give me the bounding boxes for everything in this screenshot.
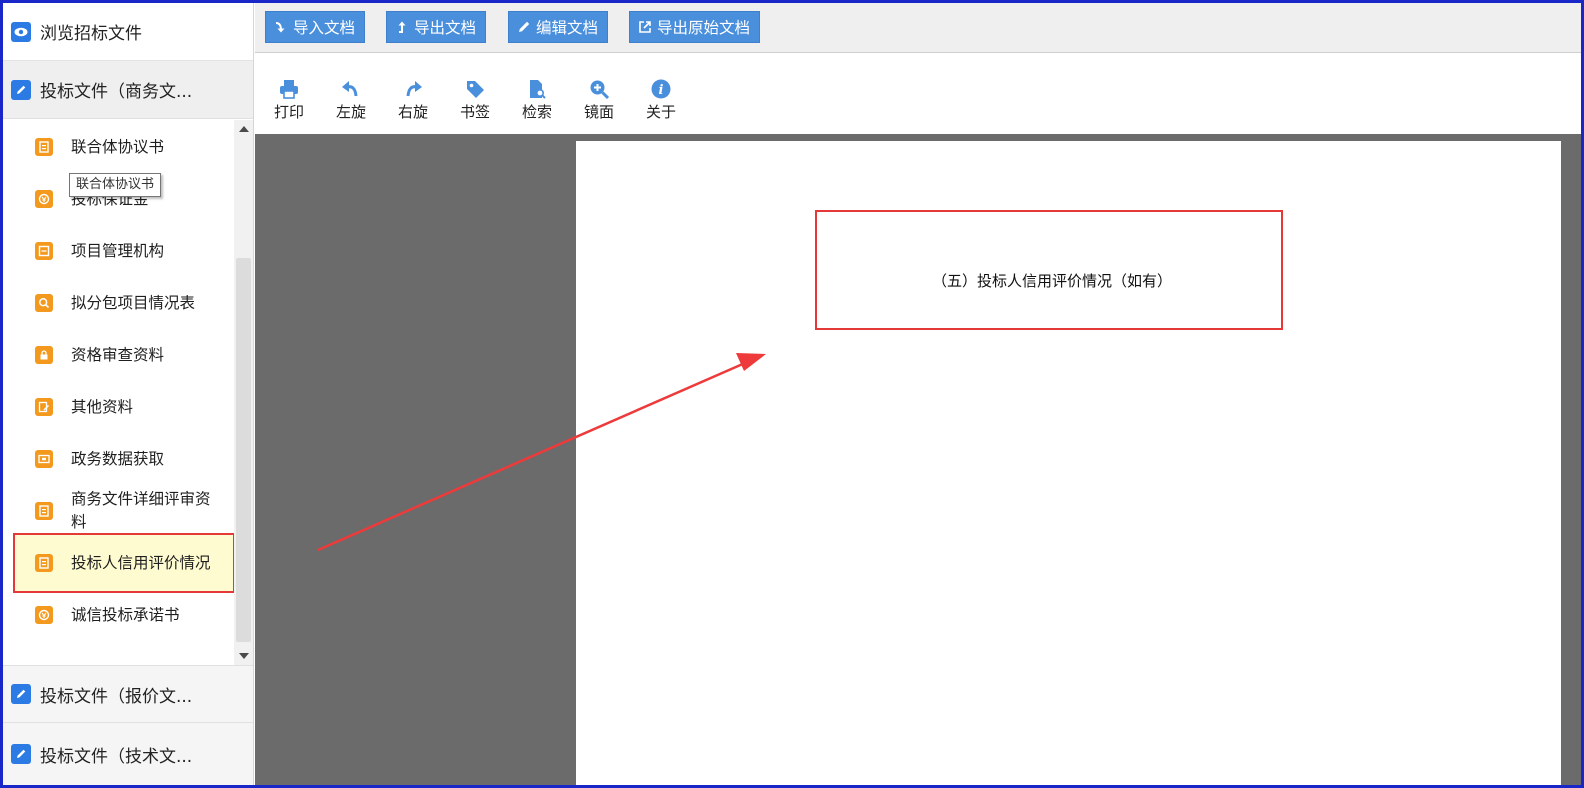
list-item-label: 拟分包项目情况表	[71, 293, 196, 312]
list-item-label: 资格审查资料	[71, 345, 165, 364]
list-item-subcontract-table[interactable]: 拟分包项目情况表	[13, 290, 235, 316]
list-item-label: 联合体协议书	[71, 137, 165, 156]
document-canvas[interactable]: （五）投标人信用评价情况（如有）	[255, 134, 1581, 785]
info-icon: i	[635, 75, 687, 103]
edit-icon	[11, 744, 31, 764]
pencil-icon	[519, 21, 530, 32]
external-link-icon	[639, 21, 651, 33]
sidebar-scrollbar[interactable]	[234, 120, 253, 665]
search-icon	[35, 294, 53, 312]
about-button[interactable]: i 关于	[635, 75, 687, 122]
list-item-business-review[interactable]: 商务文件详细评审资料	[13, 487, 235, 535]
list-item-label: 投标人信用评价情况	[71, 553, 211, 572]
edit-icon	[11, 79, 31, 100]
document-icon	[35, 502, 53, 520]
import-document-button[interactable]: 导入文档	[265, 11, 366, 43]
export-document-label: 导出文档	[414, 19, 477, 37]
sidebar: 浏览招标文件 投标文件（商务文... 联合体协议书 投标保证金 项目管理机构 拟…	[3, 3, 254, 785]
edit-document-label: 编辑文档	[536, 19, 599, 37]
bookmark-label: 书签	[459, 103, 490, 121]
export-original-button[interactable]: 导出原始文档	[629, 11, 761, 43]
app-window: 浏览招标文件 投标文件（商务文... 联合体协议书 投标保证金 项目管理机构 拟…	[0, 0, 1584, 788]
print-button[interactable]: 打印	[263, 75, 315, 122]
list-item-label: 诚信投标承诺书	[71, 605, 180, 624]
document-icon	[35, 554, 53, 572]
rotate-left-button[interactable]: 左旋	[325, 75, 377, 122]
bookmark-button[interactable]: 书签	[449, 75, 501, 122]
export-document-button[interactable]: 导出文档	[386, 11, 487, 43]
document-page: （五）投标人信用评价情况（如有）	[576, 141, 1561, 785]
about-label: 关于	[645, 103, 676, 121]
list-item-label: 其他资料	[71, 397, 134, 416]
list-item-integrity-pledge[interactable]: 诚信投标承诺书	[13, 602, 235, 628]
search-label: 检索	[521, 103, 552, 121]
money-icon	[35, 606, 53, 624]
list-item-other-materials[interactable]: 其他资料	[13, 394, 235, 420]
note-icon	[35, 398, 53, 416]
section-label: 投标文件（报价文...	[40, 686, 193, 707]
section-bid-business[interactable]: 投标文件（商务文...	[3, 61, 253, 119]
list-item-project-management[interactable]: 项目管理机构	[13, 238, 235, 264]
rotate-right-button[interactable]: 右旋	[387, 75, 439, 122]
rotate-left-icon	[325, 75, 377, 103]
import-document-label: 导入文档	[293, 19, 356, 37]
section-label: 投标文件（技术文...	[40, 746, 193, 767]
section-item-list: 联合体协议书 投标保证金 项目管理机构 拟分包项目情况表 资格审查资料 其他资料…	[3, 120, 253, 665]
viewer-toolbar: 打印 左旋 右旋 书签 检索 镜面 i 关于	[255, 54, 1581, 134]
tooltip: 联合体协议书	[69, 173, 162, 197]
money-icon	[35, 190, 53, 208]
import-arrow-icon	[275, 22, 285, 33]
mirror-label: 镜面	[583, 103, 614, 121]
list-item-label: 商务文件详细评审资料	[71, 490, 211, 531]
document-icon	[35, 138, 53, 156]
zoom-in-icon	[573, 75, 625, 103]
mirror-button[interactable]: 镜面	[573, 75, 625, 122]
list-item-label: 政务数据获取	[71, 449, 165, 468]
section-bid-price[interactable]: 投标文件（报价文...	[3, 665, 253, 723]
list-icon	[35, 242, 53, 260]
document-toolbar: 导入文档 导出文档 编辑文档 导出原始文档	[255, 3, 1581, 53]
tag-icon	[449, 75, 501, 103]
export-original-label: 导出原始文档	[657, 19, 751, 37]
file-search-icon	[511, 75, 563, 103]
edit-document-button[interactable]: 编辑文档	[508, 11, 609, 43]
list-item-credit-evaluation[interactable]: 投标人信用评价情况	[13, 533, 235, 593]
list-item-label: 项目管理机构	[71, 241, 165, 260]
rotate-right-icon	[387, 75, 439, 103]
document-viewer: 打印 左旋 右旋 书签 检索 镜面 i 关于 （五）投标人信用评价情况（如有）	[255, 54, 1581, 785]
main-panel: 导入文档 导出文档 编辑文档 导出原始文档 打印 左旋 右旋 书签 检索 镜面 …	[255, 3, 1581, 785]
export-arrow-icon	[398, 21, 406, 34]
rotate-left-label: 左旋	[335, 103, 366, 121]
list-item-qualification[interactable]: 资格审查资料	[13, 342, 235, 368]
section-browse-tender[interactable]: 浏览招标文件	[3, 3, 253, 61]
scroll-down-icon[interactable]	[239, 653, 249, 659]
printer-icon	[263, 75, 315, 103]
search-button[interactable]: 检索	[511, 75, 563, 122]
document-heading: （五）投标人信用评价情况（如有）	[932, 272, 1173, 290]
section-label: 浏览招标文件	[40, 24, 142, 44]
eye-icon	[11, 21, 31, 42]
print-label: 打印	[273, 103, 304, 121]
svg-text:i: i	[659, 83, 664, 98]
list-item-consortium-agreement[interactable]: 联合体协议书	[13, 134, 235, 160]
lock-icon	[35, 346, 53, 364]
edit-icon	[11, 684, 31, 704]
section-bid-technical[interactable]: 投标文件（技术文...	[3, 723, 253, 785]
scroll-up-icon[interactable]	[239, 126, 249, 132]
scrollbar-thumb[interactable]	[236, 258, 251, 642]
list-item-gov-data[interactable]: 政务数据获取	[13, 446, 235, 472]
rotate-right-label: 右旋	[397, 103, 428, 121]
ticket-icon	[35, 450, 53, 468]
section-label: 投标文件（商务文...	[40, 82, 193, 102]
